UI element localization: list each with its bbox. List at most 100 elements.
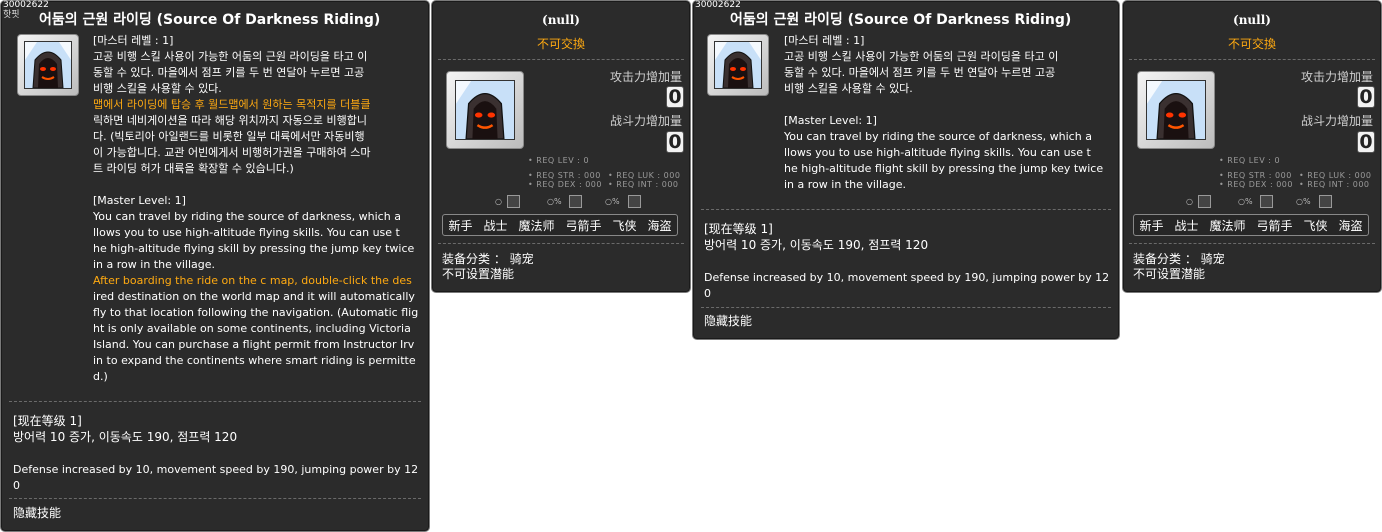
desc-line: 트 라이딩 허가 대륙을 확장할 수 있습니다.): [93, 162, 294, 175]
divider: [9, 498, 421, 499]
job-thief: 飞侠: [1303, 218, 1328, 233]
effect-english-cont: 0: [704, 287, 711, 300]
req-dex: • REQ DEX : 000: [528, 180, 602, 189]
desc-line: he high-altitude flight skill by pressin…: [784, 162, 1104, 175]
trade-status: 不可交換: [536, 37, 585, 51]
req-luk: • REQ LUK : 000: [608, 171, 681, 180]
skill-tooltip-panel-1: 30002622 핫핏 어둠의 근원 라이딩 (Source Of Darkne…: [0, 0, 430, 532]
darkness-riding-icon: [17, 34, 79, 96]
req-int: • REQ INT : 000: [608, 180, 679, 189]
potential-status: 不可设置潜能: [1133, 267, 1206, 281]
current-level: [现在等级 1]: [704, 222, 773, 236]
job-archer: 弓箭手: [565, 218, 602, 233]
equip-category: 装备分类 ： 骑宠: [442, 252, 534, 266]
desc-line: 이 가능합니다. 교관 어빈에게서 비행허가권을 구매하여 스마: [93, 146, 371, 159]
helmet-icon: [1260, 195, 1273, 208]
item-icon: [446, 71, 524, 149]
req-int: • REQ INT : 000: [1299, 180, 1370, 189]
effect-english-cont: 0: [13, 479, 20, 492]
desc-line: d.): [93, 370, 108, 383]
desc-line: ired destination on the world map and it…: [93, 290, 415, 303]
item-id-sub: 핫핏: [3, 10, 20, 20]
job-archer: 弓箭手: [1256, 218, 1293, 233]
job-warrior: 战士: [1174, 218, 1199, 233]
dot-icon: ○: [1186, 197, 1193, 206]
attack-increase-value: 0: [1357, 86, 1375, 108]
gear-slot-icon: [1198, 195, 1211, 208]
job-pirate: 海盗: [647, 218, 672, 233]
current-level: [现在等级 1]: [13, 414, 82, 428]
job-beginner: 新手: [1139, 218, 1164, 233]
desc-line: llows you to use high-altitude flying sk…: [784, 146, 1091, 159]
req-level: • REQ LEV : 0: [1219, 156, 1281, 165]
effect-korean: 방어력 10 증가, 이동속도 190, 점프력 120: [13, 430, 238, 444]
req-str: • REQ STR : 000: [1219, 171, 1292, 180]
korean-description: [마스터 레벨 : 1] 고공 비행 스킬 사용이 가능한 어둠의 근원 라이딩…: [784, 33, 1114, 97]
desc-line: in to expand the continents where smart …: [93, 354, 416, 367]
gear-slot-icon: [507, 195, 520, 208]
req-str: • REQ STR : 000: [528, 171, 601, 180]
divider: [438, 243, 684, 244]
power-increase-label: 战斗力增加量: [609, 114, 682, 128]
divider: [701, 209, 1111, 210]
job-magician: 魔法师: [1209, 218, 1246, 233]
attack-increase-label: 攻击力增加量: [609, 70, 682, 84]
divider: [1129, 243, 1375, 244]
percent-icon: ○%: [605, 197, 620, 206]
equip-category: 装备分类 ： 骑宠: [1133, 252, 1225, 266]
effect-english: Defense increased by 10, movement speed …: [13, 463, 419, 476]
potential-status: 不可设置潜能: [442, 267, 515, 281]
item-tooltip-panel-2: (null) 不可交換 攻击力增加量 0 战斗力增加量 0 • REQ LEV …: [431, 0, 691, 293]
divider: [1129, 59, 1375, 60]
desc-line: 고공 비행 스킬 사용이 가능한 어둠의 근원 라이딩을 타고 이: [784, 50, 1059, 63]
desc-line: Island. You can purchase a flight permit…: [93, 338, 415, 351]
desc-line: You can travel by riding the source of d…: [784, 130, 1092, 143]
effect-english: Defense increased by 10, movement speed …: [704, 271, 1110, 284]
skill-title: 어둠의 근원 라이딩 (Source Of Darkness Riding): [730, 12, 1072, 28]
darkness-riding-icon: [707, 34, 769, 96]
req-luk: • REQ LUK : 000: [1299, 171, 1372, 180]
divider: [438, 59, 684, 60]
shield-icon: [1319, 195, 1332, 208]
desc-line: llows you to use high-altitude flying sk…: [93, 226, 400, 239]
desc-line: 고공 비행 스킬 사용이 가능한 어둠의 근원 라이딩을 타고 이: [93, 50, 368, 63]
desc-line-highlight: 맵에서 라이딩에 탑승 후 월드맵에서 원하는 목적지를 더블클: [93, 98, 371, 111]
item-icon: [1137, 71, 1215, 149]
desc-line: You can travel by riding the source of d…: [93, 210, 401, 223]
job-magician: 魔法师: [518, 218, 555, 233]
attack-increase-value: 0: [666, 86, 684, 108]
desc-line: 다. (빅토리아 아일랜드를 비롯한 일부 대륙에서만 자동비행: [93, 130, 365, 143]
job-beginner: 新手: [448, 218, 473, 233]
shield-icon: [628, 195, 641, 208]
item-title: (null): [542, 13, 580, 27]
job-class-bar: 新手 战士 魔法师 弓箭手 飞侠 海盗: [442, 214, 678, 236]
desc-line: 비행 스킬을 사용할 수 있다.: [93, 82, 222, 95]
desc-line-highlight: After boarding the ride on the c map, do…: [93, 274, 412, 287]
desc-line: [Master Level: 1]: [784, 114, 877, 127]
desc-line: [Master Level: 1]: [93, 194, 186, 207]
hidden-skill-label: 隐藏技能: [13, 506, 62, 520]
desc-line: 동할 수 있다. 마을에서 점프 키를 두 번 연달아 누르면 고공: [784, 66, 1056, 79]
desc-line: he high-altitude flying skill by pressin…: [93, 242, 415, 255]
percent-icon: ○%: [547, 197, 562, 206]
divider: [9, 401, 421, 402]
hidden-skill-label: 隐藏技能: [704, 314, 753, 328]
english-description: [Master Level: 1] You can travel by ridi…: [784, 113, 1114, 193]
skill-tooltip-panel-3: 30002622 어둠의 근원 라이딩 (Source Of Darkness …: [692, 0, 1120, 340]
desc-line: in a row in the village.: [93, 258, 216, 271]
desc-line: [마스터 레벨 : 1]: [93, 34, 174, 47]
english-description: [Master Level: 1] You can travel by ridi…: [93, 193, 425, 385]
desc-line: ht is only available on some continents,…: [93, 322, 411, 335]
skill-title: 어둠의 근원 라이딩 (Source Of Darkness Riding): [39, 12, 381, 28]
job-thief: 飞侠: [612, 218, 637, 233]
effect-korean: 방어력 10 증가, 이동속도 190, 점프력 120: [704, 238, 929, 252]
power-increase-value: 0: [1357, 131, 1375, 153]
power-increase-label: 战斗力增加量: [1300, 114, 1373, 128]
req-level: • REQ LEV : 0: [528, 156, 590, 165]
trade-status: 不可交換: [1227, 37, 1276, 51]
desc-line: 릭하면 네비게이션을 따라 해당 위치까지 자동으로 비행합니: [93, 114, 367, 127]
attack-increase-label: 攻击力增加量: [1300, 70, 1373, 84]
korean-description: [마스터 레벨 : 1] 고공 비행 스킬 사용이 가능한 어둠의 근원 라이딩…: [93, 33, 425, 177]
desc-line: [마스터 레벨 : 1]: [784, 34, 865, 47]
item-tooltip-panel-4: (null) 不可交換 攻击力增加量 0 战斗力增加量 0 • REQ LEV …: [1122, 0, 1382, 293]
